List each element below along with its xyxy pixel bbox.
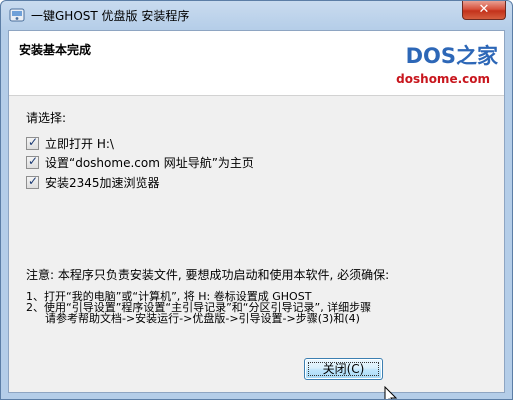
check-icon: ✓ — [28, 153, 39, 168]
install-browser-checkbox[interactable]: ✓ — [26, 173, 39, 189]
check-icon: ✓ — [28, 173, 39, 188]
set-homepage-checkbox[interactable]: ✓ — [26, 153, 39, 169]
step-line: 请参考帮助文档->安装运行->优盘版->引导设置->步骤(3)和(4) — [45, 312, 360, 325]
notice-text: 注意: 本程序只负责安装文件, 要想成功启动和使用本软件, 必须确保: — [26, 268, 390, 282]
option-open-drive[interactable]: ✓ 立即打开 H:\ — [26, 135, 114, 151]
option-set-homepage[interactable]: ✓ 设置“doshome.com 网址导航”为主页 — [26, 154, 254, 170]
installer-app-icon — [9, 8, 25, 22]
focus-ring — [308, 362, 379, 376]
close-icon: ✕ — [478, 2, 490, 17]
option-install-browser[interactable]: ✓ 安装2345加速浏览器 — [26, 174, 160, 190]
instruction-steps: 1、打开“我的电脑”或“计算机”, 将 H: 卷标设置成 GHOST 2、使用“… — [26, 291, 371, 324]
title-bar[interactable]: 一键GHOST 优盘版 安装程序 ✕ — [1, 1, 512, 30]
mouse-cursor-icon — [384, 386, 398, 399]
close-button[interactable]: 关闭(C) — [304, 358, 383, 380]
window-close-button[interactable]: ✕ — [462, 1, 506, 20]
page-title: 安装基本完成 — [19, 43, 92, 57]
dialog-body: 安装基本完成 DOS之家 doshome.com 请选择: ✓ 立即打开 H:\… — [8, 30, 505, 399]
dialog-header: 安装基本完成 DOS之家 doshome.com — [9, 31, 504, 96]
choose-prompt: 请选择: — [26, 111, 67, 125]
check-icon: ✓ — [28, 134, 39, 149]
option-label: 立即打开 H:\ — [45, 136, 114, 151]
dos-home-logo: DOS之家 — [405, 44, 498, 68]
open-drive-checkbox[interactable]: ✓ — [26, 134, 39, 150]
option-label: 安装2345加速浏览器 — [45, 175, 160, 190]
dos-home-url: doshome.com — [396, 72, 490, 86]
installer-window: 一键GHOST 优盘版 安装程序 ✕ 安装基本完成 DOS之家 doshome.… — [0, 0, 513, 400]
window-title: 一键GHOST 优盘版 安装程序 — [31, 9, 190, 23]
option-label: 设置“doshome.com 网址导航”为主页 — [45, 155, 254, 170]
